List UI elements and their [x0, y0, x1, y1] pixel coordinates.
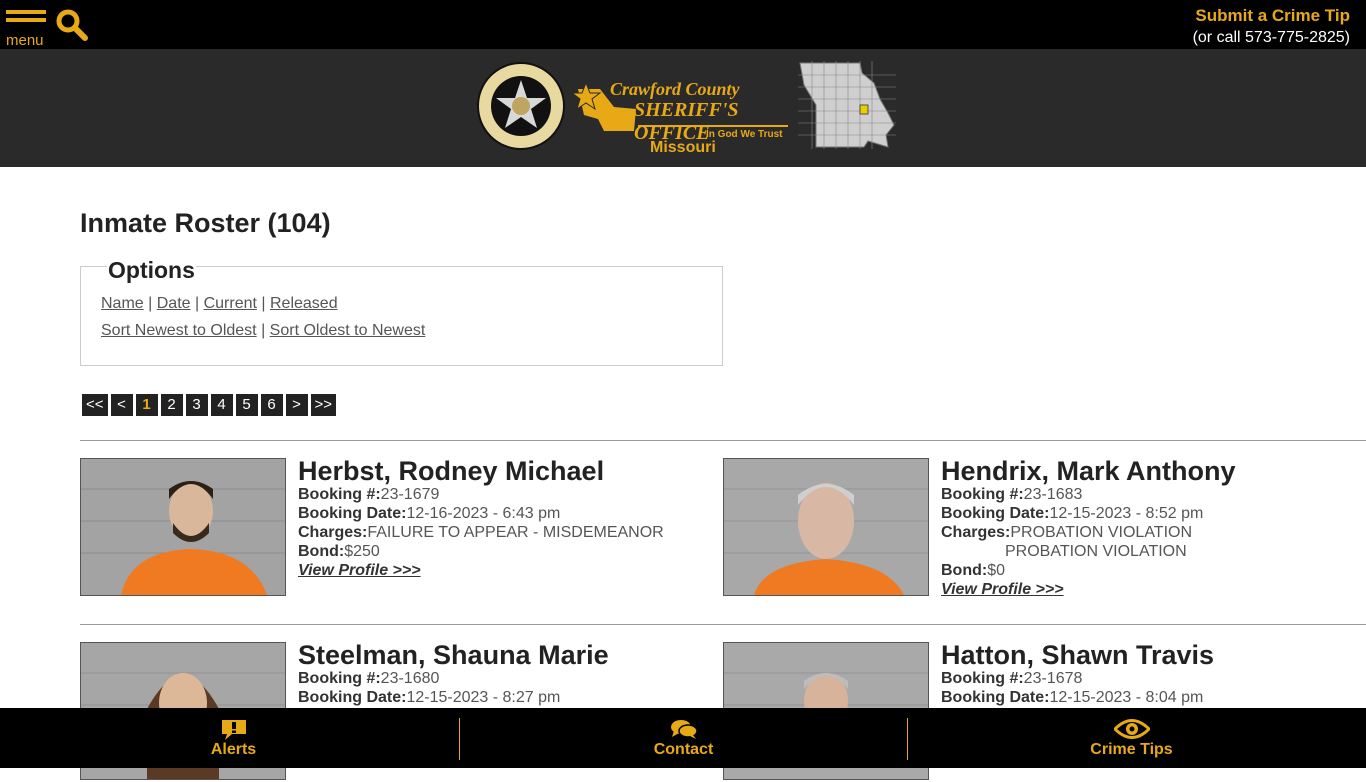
sheriff-star-badge-icon: [477, 62, 565, 150]
booking-number-label: Booking #:: [298, 670, 381, 687]
submit-crime-tip-link[interactable]: Submit a Crime Tip (or call 573-775-2825…: [1193, 6, 1350, 47]
charge-value: PROBATION VIOLATION: [1005, 543, 1187, 560]
inmate-name: Hatton, Shawn Travis: [941, 640, 1215, 670]
crime-tip-title: Submit a Crime Tip: [1195, 6, 1350, 25]
inmate-photo[interactable]: [723, 458, 929, 596]
contact-button[interactable]: Contact: [456, 708, 911, 768]
page-first-button[interactable]: <<: [82, 394, 108, 416]
booking-number: Booking #:23-1683: [941, 486, 1082, 504]
page-4-button[interactable]: 4: [210, 394, 233, 416]
alerts-button[interactable]: Alerts: [6, 708, 461, 768]
booking-number: Booking #:23-1679: [298, 486, 439, 504]
booking-number-label: Booking #:: [941, 486, 1024, 503]
alert-bubble-icon: [221, 720, 246, 740]
booking-number: Booking #:23-1678: [941, 670, 1082, 688]
agency-state: Missouri: [650, 139, 716, 156]
charges-label: Charges:: [298, 524, 368, 541]
contact-label: Contact: [653, 741, 714, 758]
view-profile-link[interactable]: View Profile >>>: [941, 581, 1064, 599]
page-6-button[interactable]: 6: [260, 394, 283, 416]
bond-value: $0: [987, 562, 1005, 579]
sort-name-link[interactable]: Name: [101, 295, 144, 312]
header-banner: Crawford County SHERIFF'S OFFICE In God …: [0, 49, 1366, 167]
booking-number-label: Booking #:: [298, 486, 381, 503]
sort-oldest-link[interactable]: Sort Oldest to Newest: [270, 322, 426, 339]
booking-date-label: Booking Date:: [941, 505, 1050, 522]
agency-name-line1: Crawford County: [610, 79, 740, 99]
menu-button[interactable]: menu: [6, 10, 48, 49]
charge-value: PROBATION VIOLATION: [1010, 524, 1193, 541]
options-legend: Options: [107, 257, 196, 284]
crime-tips-button[interactable]: Crime Tips: [904, 708, 1359, 768]
booking-date: Booking Date:12-15-2023 - 8:04 pm: [941, 689, 1203, 707]
booking-number-value: 23-1678: [1023, 670, 1083, 687]
inmate-name: Herbst, Rodney Michael: [298, 456, 605, 486]
eye-icon: [1113, 719, 1150, 739]
page-2-button[interactable]: 2: [160, 394, 183, 416]
page-title: Inmate Roster (104): [80, 208, 331, 238]
booking-date-value: 12-15-2023 - 8:52 pm: [1049, 505, 1204, 522]
charges-label: Charges:: [941, 524, 1011, 541]
divider: [80, 624, 1366, 625]
booking-date-value: 12-16-2023 - 6:43 pm: [406, 505, 561, 522]
filter-current-link[interactable]: Current: [204, 295, 257, 312]
missouri-county-map-icon: [798, 61, 896, 149]
page-next-button[interactable]: >: [285, 394, 308, 416]
booking-date: Booking Date:12-15-2023 - 8:52 pm: [941, 505, 1203, 523]
inmate-card: Herbst, Rodney Michael Booking #:23-1679…: [80, 456, 680, 598]
sort-by-row: Name | Date | Current | Released: [101, 295, 338, 312]
menu-label: menu: [6, 32, 44, 49]
chat-bubbles-icon: [670, 720, 698, 739]
charges: Charges:PROBATION VIOLATION: [941, 524, 1192, 542]
filter-released-link[interactable]: Released: [270, 295, 338, 312]
inmate-name: Steelman, Shauna Marie: [298, 640, 609, 670]
booking-number: Booking #:23-1680: [298, 670, 439, 688]
hamburger-icon: [6, 10, 46, 14]
booking-date-label: Booking Date:: [941, 689, 1050, 706]
page-last-button[interactable]: >>: [310, 394, 337, 416]
charge-value: FAILURE TO APPEAR - MISDEMEANOR: [367, 524, 664, 541]
view-profile-link[interactable]: View Profile >>>: [298, 562, 421, 580]
agency-motto: In God We Trust: [706, 129, 783, 140]
booking-date: Booking Date:12-15-2023 - 8:27 pm: [298, 689, 560, 707]
search-icon[interactable]: [56, 9, 88, 41]
bond: Bond:$250: [298, 543, 380, 561]
bond: Bond:$0: [941, 562, 1005, 580]
booking-number-label: Booking #:: [941, 670, 1024, 687]
booking-date-value: 12-15-2023 - 8:04 pm: [1049, 689, 1204, 706]
page-1-button[interactable]: 1: [135, 394, 158, 416]
page-5-button[interactable]: 5: [235, 394, 258, 416]
bottom-nav: Alerts Contact Crime Tips: [0, 708, 1366, 768]
hamburger-icon-bar: [6, 18, 46, 22]
top-bar: menu Submit a Crime Tip (or call 573-775…: [0, 0, 1366, 49]
divider: [80, 440, 1366, 441]
sort-newest-link[interactable]: Sort Newest to Oldest: [101, 322, 257, 339]
booking-number-value: 23-1679: [380, 486, 440, 503]
booking-number-value: 23-1683: [1023, 486, 1083, 503]
crime-tips-label: Crime Tips: [1090, 741, 1173, 758]
bond-label: Bond:: [298, 543, 345, 560]
inmate-photo[interactable]: [80, 458, 286, 596]
bond-value: $250: [344, 543, 380, 560]
booking-number-value: 23-1680: [380, 670, 440, 687]
inmate-name: Hendrix, Mark Anthony: [941, 456, 1236, 486]
charges: Charges:FAILURE TO APPEAR - MISDEMEANOR: [298, 524, 664, 542]
crime-tip-phone: (or call 573-775-2825): [1192, 29, 1350, 46]
sort-order-row: Sort Newest to Oldest | Sort Oldest to N…: [101, 322, 426, 339]
booking-date: Booking Date:12-16-2023 - 6:43 pm: [298, 505, 560, 523]
booking-date-value: 12-15-2023 - 8:27 pm: [406, 689, 561, 706]
page-prev-button[interactable]: <: [110, 394, 133, 416]
page-3-button[interactable]: 3: [185, 394, 208, 416]
bond-label: Bond:: [941, 562, 988, 579]
inmate-card: Hendrix, Mark Anthony Booking #:23-1683 …: [723, 456, 1323, 599]
pagination: << < 1 2 3 4 5 6 > >>: [82, 394, 337, 416]
sort-date-link[interactable]: Date: [157, 295, 191, 312]
booking-date-label: Booking Date:: [298, 505, 407, 522]
alerts-label: Alerts: [210, 741, 257, 758]
booking-date-label: Booking Date:: [298, 689, 407, 706]
options-panel: Options Name | Date | Current | Released…: [80, 257, 723, 366]
agency-logo: Crawford County SHERIFF'S OFFICE In God …: [574, 73, 794, 163]
